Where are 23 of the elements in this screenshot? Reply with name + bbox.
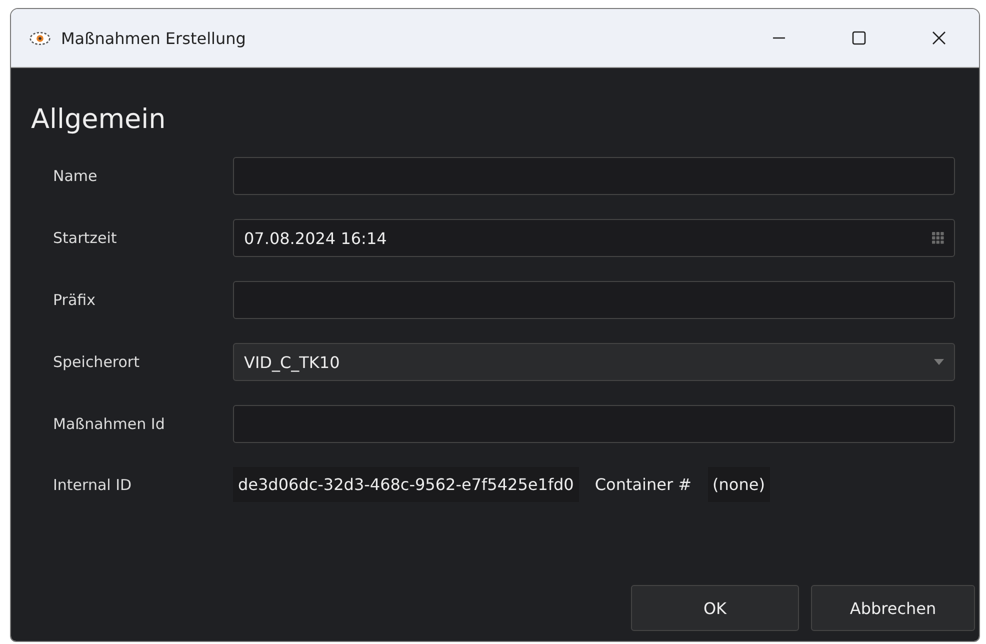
dropdown-field[interactable]: VID_C_TK10: [233, 343, 955, 381]
section-heading: Allgemein: [31, 104, 167, 135]
field-label: Startzeit: [53, 229, 118, 247]
datetime-field[interactable]: 07.08.2024 16:14: [233, 219, 955, 257]
container-label: Container #: [594, 475, 693, 494]
field-label: Internal ID: [53, 476, 133, 494]
window-title: Maßnahmen Erstellung: [61, 28, 246, 48]
eye-icon: [29, 30, 51, 46]
input-field[interactable]: [233, 405, 955, 443]
input-field[interactable]: [233, 157, 955, 195]
field-label: Präfix: [53, 291, 96, 309]
close-icon: [931, 30, 947, 46]
maximize-icon: [851, 30, 867, 46]
internal-id-value: de3d06dc-32d3-468c-9562-e7f5425e1fd0: [233, 467, 579, 502]
field-label: Name: [53, 167, 98, 185]
minimize-icon: [773, 37, 785, 39]
field-label: Speicherort: [53, 353, 140, 371]
cancel-button[interactable]: Abbrechen: [811, 585, 975, 631]
field-label: Maßnahmen Id: [53, 415, 166, 433]
caret-icon: [934, 359, 944, 365]
container-value: (none): [708, 467, 770, 502]
input-field[interactable]: [233, 281, 955, 319]
ok-button[interactable]: OK: [631, 585, 799, 631]
